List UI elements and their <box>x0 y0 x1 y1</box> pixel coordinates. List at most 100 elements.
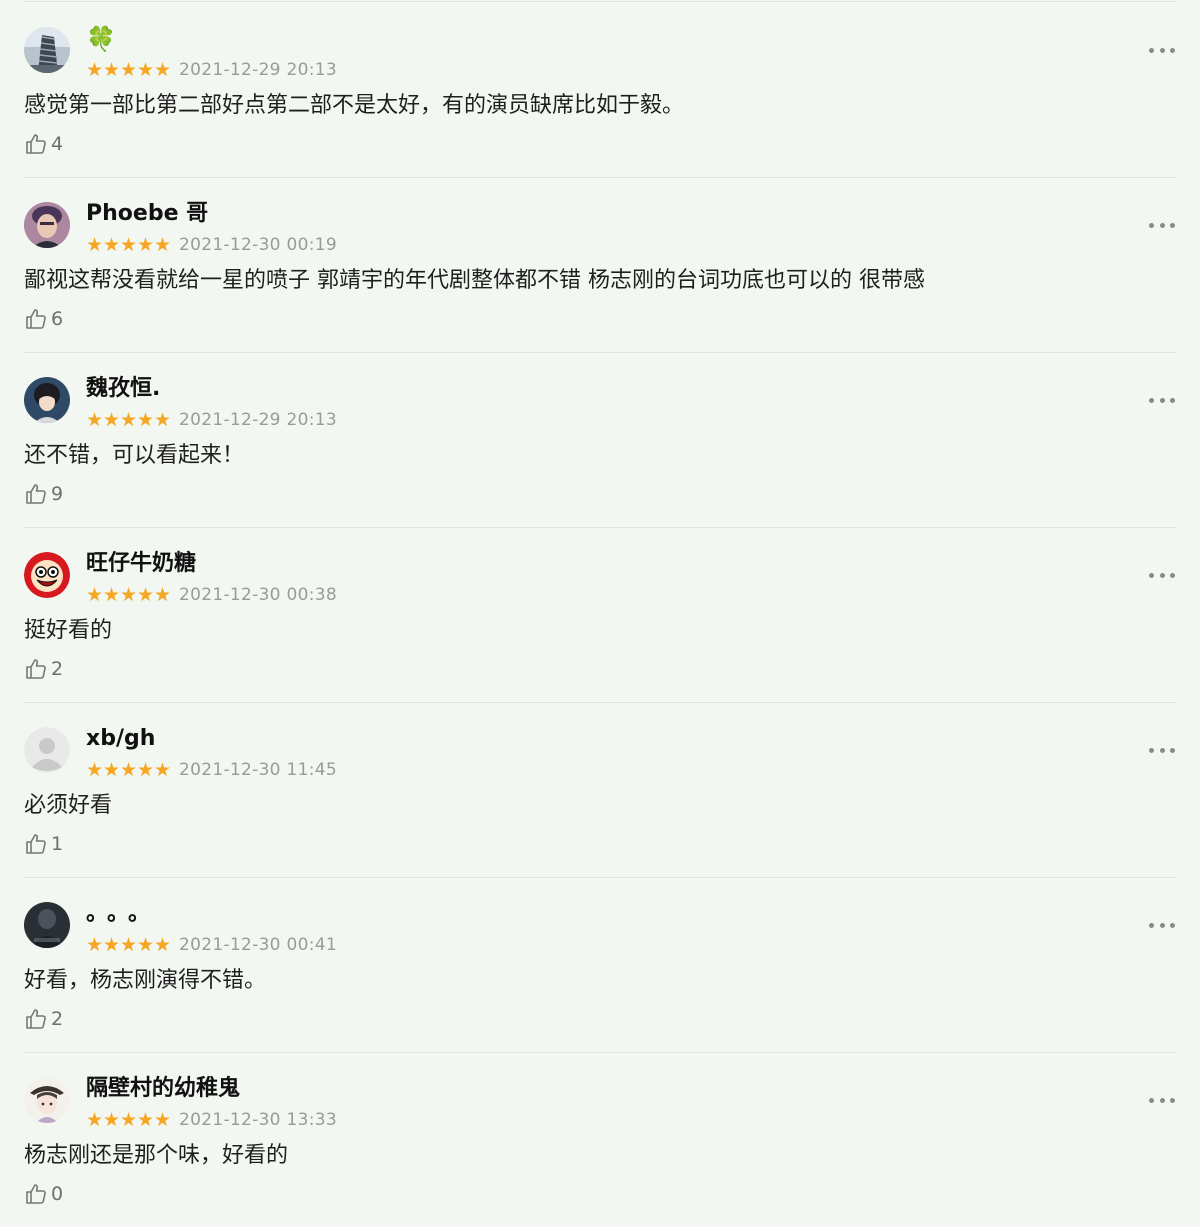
comment-meta: ★ ★ ★ ★ ★ 2021-12-30 00:38 <box>86 583 337 607</box>
like-button[interactable]: 6 <box>24 305 63 333</box>
star-icon: ★ <box>86 1109 104 1131</box>
comment-time: 2021-12-30 00:19 <box>179 235 337 255</box>
username[interactable]: 🍀 <box>86 24 116 54</box>
star-icon: ★ <box>103 1109 121 1131</box>
star-icon: ★ <box>103 59 121 81</box>
comment-meta: ★ ★ ★ ★ ★ 2021-12-29 20:13 <box>86 408 337 432</box>
comment-meta: ★ ★ ★ ★ ★ 2021-12-30 00:41 <box>86 933 337 957</box>
comment-meta: ★ ★ ★ ★ ★ 2021-12-29 20:13 <box>86 58 337 82</box>
star-icon: ★ <box>86 409 104 431</box>
star-rating: ★ ★ ★ ★ ★ <box>86 585 171 605</box>
more-dot <box>1149 572 1154 578</box>
more-dot <box>1149 747 1154 753</box>
username[interactable]: 旺仔牛奶糖 <box>86 549 196 579</box>
more-options-button[interactable] <box>1149 221 1175 229</box>
star-icon: ★ <box>103 759 121 781</box>
like-count: 2 <box>51 658 64 680</box>
avatar[interactable] <box>24 202 70 248</box>
avatar-building-image <box>24 27 70 73</box>
star-icon: ★ <box>86 934 104 956</box>
username[interactable]: xb/gh <box>86 724 155 754</box>
star-icon: ★ <box>103 409 121 431</box>
avatar-anime-image <box>24 377 70 423</box>
comment-text: 鄙视这帮没看就给一星的喷子 郭靖宇的年代剧整体都不错 杨志刚的台词功底也可以的 … <box>24 268 925 293</box>
comment-item: 🍀 ★ ★ ★ ★ ★ 2021-12-29 20:13 感觉第一部比第二部好点第二部不… <box>0 2 1200 178</box>
username[interactable]: 魏孜恒. <box>86 374 160 404</box>
avatar[interactable] <box>24 902 70 948</box>
like-count: 1 <box>51 833 64 855</box>
star-icon: ★ <box>86 59 104 81</box>
star-icon: ★ <box>137 409 155 431</box>
thumbs-up-icon <box>26 659 46 679</box>
comment-time: 2021-12-29 20:13 <box>179 410 337 430</box>
star-icon: ★ <box>154 759 172 781</box>
like-button[interactable]: 2 <box>24 655 63 683</box>
more-options-button[interactable] <box>1149 396 1175 404</box>
more-options-button[interactable] <box>1149 746 1175 754</box>
comment-text: 感觉第一部比第二部好点第二部不是太好，有的演员缺席比如于毅。 <box>24 93 685 118</box>
star-rating: ★ ★ ★ ★ ★ <box>86 760 171 780</box>
star-icon: ★ <box>120 584 138 606</box>
avatar-dark-figure-image <box>24 902 70 948</box>
star-icon: ★ <box>154 59 172 81</box>
thumbs-up-icon <box>26 1184 46 1204</box>
avatar[interactable] <box>24 377 70 423</box>
more-options-button[interactable] <box>1149 46 1175 54</box>
star-icon: ★ <box>120 934 138 956</box>
thumbs-up-icon <box>26 484 46 504</box>
like-button[interactable]: 9 <box>24 480 63 508</box>
like-button[interactable]: 1 <box>24 830 63 858</box>
like-count: 2 <box>51 1008 64 1030</box>
star-icon: ★ <box>103 934 121 956</box>
more-dot <box>1170 222 1175 228</box>
more-dot <box>1170 747 1175 753</box>
star-rating: ★ ★ ★ ★ ★ <box>86 410 171 430</box>
avatar[interactable] <box>24 727 70 773</box>
like-count: 4 <box>51 133 64 155</box>
comment-text: 还不错，可以看起来！ <box>24 443 245 468</box>
more-dot <box>1149 922 1154 928</box>
comment-time: 2021-12-29 20:13 <box>179 60 337 80</box>
more-options-button[interactable] <box>1149 571 1175 579</box>
star-icon: ★ <box>154 934 172 956</box>
star-icon: ★ <box>154 409 172 431</box>
more-dot <box>1170 397 1175 403</box>
avatar[interactable] <box>24 552 70 598</box>
like-button[interactable]: 2 <box>24 1005 63 1033</box>
comment-time: 2021-12-30 00:38 <box>179 585 337 605</box>
avatar[interactable] <box>24 27 70 73</box>
like-button[interactable]: 4 <box>24 130 63 158</box>
comment-meta: ★ ★ ★ ★ ★ 2021-12-30 11:45 <box>86 758 337 782</box>
more-dot <box>1159 747 1165 753</box>
thumbs-up-icon <box>26 134 46 154</box>
comment-list: 🍀 ★ ★ ★ ★ ★ 2021-12-29 20:13 感觉第一部比第二部好点第二部不… <box>0 0 1200 1219</box>
star-icon: ★ <box>86 759 104 781</box>
comment-text: 必须好看 <box>24 793 113 818</box>
username[interactable]: 隔壁村的幼稚鬼 <box>86 1074 240 1104</box>
star-icon: ★ <box>120 234 138 256</box>
star-icon: ★ <box>137 234 155 256</box>
star-rating: ★ ★ ★ ★ ★ <box>86 235 171 255</box>
more-dot <box>1159 1097 1165 1103</box>
avatar-cartoon-image <box>24 552 70 598</box>
star-icon: ★ <box>120 759 138 781</box>
comment-item: 隔壁村的幼稚鬼 ★ ★ ★ ★ ★ 2021-12-30 13:33 杨志刚还是那个味，… <box>0 1052 1200 1227</box>
more-options-button[interactable] <box>1149 1096 1175 1104</box>
star-icon: ★ <box>120 59 138 81</box>
comment-item: 。。。 ★ ★ ★ ★ ★ 2021-12-30 00:41 好看，杨志刚演得不错。 2 <box>0 877 1200 1053</box>
star-icon: ★ <box>86 584 104 606</box>
thumbs-up-icon <box>26 1009 46 1029</box>
more-dot <box>1170 1097 1175 1103</box>
comment-item: xb/gh ★ ★ ★ ★ ★ 2021-12-30 11:45 必须好看 1 <box>0 702 1200 878</box>
like-button[interactable]: 0 <box>24 1180 63 1208</box>
username[interactable]: 。。。 <box>86 899 160 929</box>
more-dot <box>1170 922 1175 928</box>
comment-item: 魏孜恒. ★ ★ ★ ★ ★ 2021-12-29 20:13 还不错，可以看起来！ 9 <box>0 352 1200 528</box>
star-rating: ★ ★ ★ ★ ★ <box>86 935 171 955</box>
more-options-button[interactable] <box>1149 921 1175 929</box>
avatar[interactable] <box>24 1077 70 1123</box>
star-rating: ★ ★ ★ ★ ★ <box>86 1110 171 1130</box>
username[interactable]: Phoebe 哥 <box>86 199 208 229</box>
more-dot <box>1159 47 1165 53</box>
more-dot <box>1149 47 1154 53</box>
